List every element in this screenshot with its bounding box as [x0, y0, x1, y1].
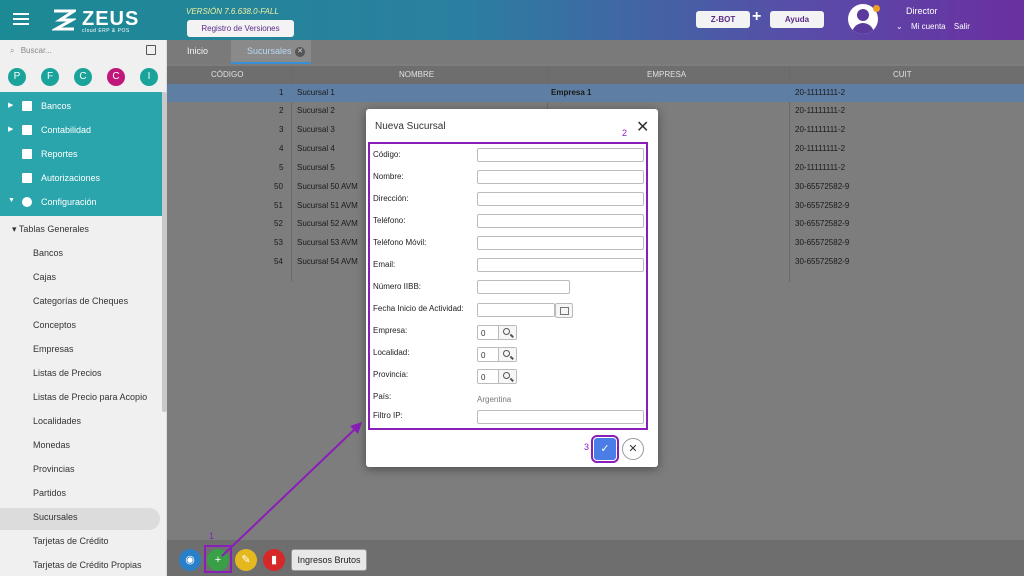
- label-provincia: Provincia:: [373, 370, 409, 379]
- nueva-sucursal-dialog: Nueva Sucursal ✕ 2 Código: Nombre: Direc…: [366, 109, 658, 467]
- pais-value: Argentina: [477, 395, 512, 404]
- provincia-field[interactable]: 0: [477, 369, 517, 384]
- close-icon[interactable]: ✕: [636, 117, 649, 137]
- check-icon: ✓: [600, 443, 610, 455]
- nombre-field[interactable]: [477, 170, 644, 184]
- search-icon[interactable]: [498, 326, 516, 339]
- close-icon: ✕: [628, 443, 638, 455]
- annotation-number-2: 2: [622, 128, 628, 138]
- filtro-ip-field[interactable]: [477, 410, 644, 424]
- numero-iibb-field[interactable]: [477, 280, 570, 294]
- direccion-field[interactable]: [477, 192, 644, 206]
- annotation-number-1: 1: [209, 531, 215, 541]
- label-localidad: Localidad:: [373, 348, 410, 357]
- label-codigo: Código:: [373, 150, 401, 159]
- search-icon[interactable]: [498, 370, 516, 383]
- email-field[interactable]: [477, 258, 644, 272]
- provincia-value: 0: [481, 373, 486, 382]
- codigo-field[interactable]: [477, 148, 644, 162]
- cancel-button[interactable]: ✕: [622, 438, 644, 460]
- label-direccion: Dirección:: [373, 194, 409, 203]
- confirm-button[interactable]: ✓: [591, 435, 619, 463]
- telefono-movil-field[interactable]: [477, 236, 644, 250]
- localidad-value: 0: [481, 351, 486, 360]
- fecha-inicio-field[interactable]: [477, 303, 555, 317]
- annotation-number-3: 3: [584, 442, 590, 452]
- dialog-title: Nueva Sucursal: [375, 121, 446, 132]
- calendar-icon[interactable]: [555, 303, 573, 318]
- label-fecha-inicio: Fecha Inicio de Actividad:: [373, 304, 464, 313]
- empresa-field[interactable]: 0: [477, 325, 517, 340]
- label-empresa: Empresa:: [373, 326, 408, 335]
- localidad-field[interactable]: 0: [477, 347, 517, 362]
- telefono-field[interactable]: [477, 214, 644, 228]
- label-filtro-ip: Filtro IP:: [373, 411, 403, 420]
- empresa-value: 0: [481, 329, 486, 338]
- label-email: Email:: [373, 260, 396, 269]
- search-icon[interactable]: [498, 348, 516, 361]
- label-telefono: Teléfono:: [373, 216, 406, 225]
- label-nombre: Nombre:: [373, 172, 404, 181]
- label-pais: País:: [373, 392, 392, 401]
- label-telefono-movil: Teléfono Móvil:: [373, 238, 427, 247]
- label-numero-iibb: Número IIBB:: [373, 282, 422, 291]
